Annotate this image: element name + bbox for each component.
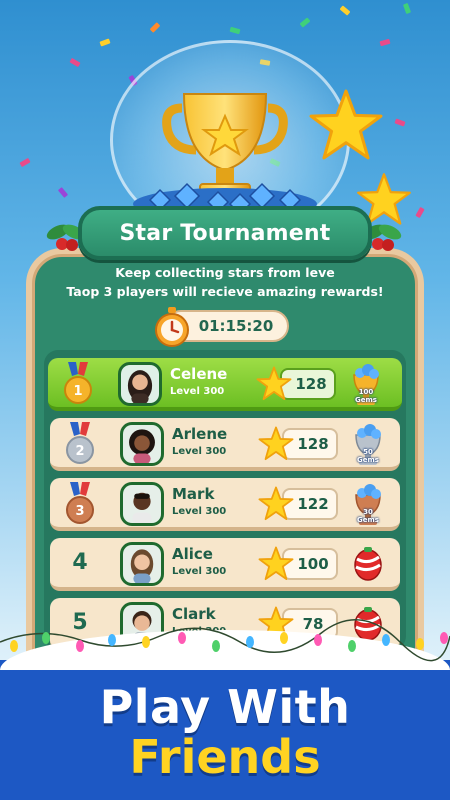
score-value: 128	[295, 375, 327, 393]
leaderboard-row[interactable]: 4 Alice Level 300 100	[50, 538, 400, 591]
promo-headline-line-2: Friends	[129, 730, 321, 784]
title-banner: Star Tournament	[78, 206, 372, 260]
page-title: Star Tournament	[119, 220, 331, 246]
leaderboard-row[interactable]: 2 Arlene Level 300 128 50 Gems	[50, 418, 400, 471]
star-icon	[256, 366, 292, 401]
svg-text:1: 1	[73, 384, 82, 399]
avatar	[120, 422, 164, 466]
reward-label: 100 Gems	[355, 388, 377, 404]
star-icon	[309, 89, 383, 160]
fairy-lights-icon	[0, 619, 450, 662]
score-value: 100	[297, 555, 329, 573]
player-level: Level 300	[172, 506, 227, 517]
timer-value: 01:15:20	[198, 317, 274, 335]
promo-headline-line-1: Play With	[99, 680, 351, 734]
player-name: Arlene	[172, 425, 228, 443]
silver-medal-icon: 2	[66, 422, 94, 464]
candy-orb-icon	[354, 547, 382, 581]
star-icon	[258, 426, 294, 461]
avatar	[120, 542, 164, 586]
svg-text:3: 3	[75, 504, 84, 519]
subtitle-line-2: Taop 3 players will recieve amazing rewa…	[66, 284, 384, 299]
bronze-medal-icon: 3	[66, 482, 94, 524]
leaderboard-list: 1 Celene Level 300 128 100 Gems 2 Arlene…	[44, 350, 406, 650]
reward-label: 50 Gems	[357, 448, 379, 464]
gold-medal-icon: 1	[64, 362, 92, 404]
avatar	[120, 482, 164, 526]
avatar	[118, 362, 162, 406]
stopwatch-icon	[155, 307, 189, 347]
player-name: Alice	[172, 545, 213, 563]
star-icon	[258, 546, 294, 581]
score-value: 128	[297, 435, 329, 453]
leaderboard-row[interactable]: 3 Mark Level 300 122 30 Gems	[50, 478, 400, 531]
svg-text:2: 2	[75, 444, 84, 459]
leaderboard-row[interactable]: 1 Celene Level 300 128 100 Gems	[48, 358, 402, 411]
star-icon	[258, 486, 294, 521]
reward-label: 30 Gems	[357, 508, 379, 524]
score-value: 122	[297, 495, 329, 513]
player-level: Level 300	[172, 446, 227, 457]
player-name: Celene	[170, 365, 228, 383]
subtitle-line-1: Keep collecting stars from leve	[115, 265, 335, 280]
player-name: Mark	[172, 485, 215, 503]
player-level: Level 300	[172, 566, 227, 577]
player-level: Level 300	[170, 386, 225, 397]
rank-number: 4	[72, 550, 88, 575]
